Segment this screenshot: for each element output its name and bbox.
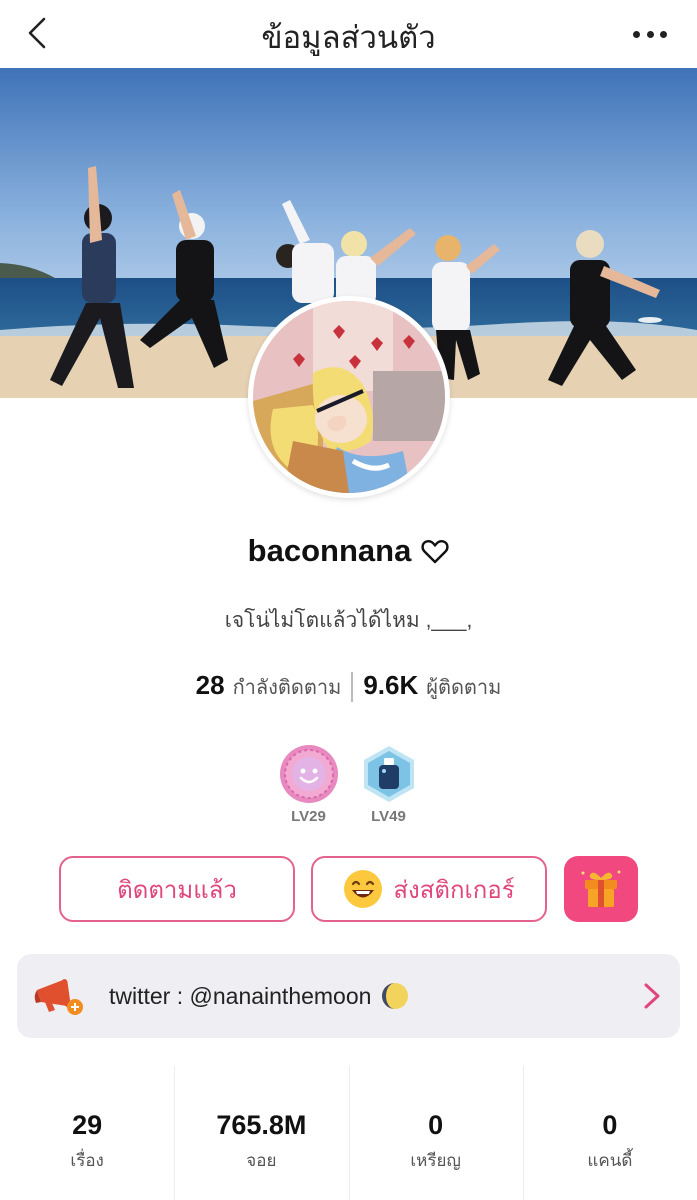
avatar[interactable] xyxy=(248,296,450,498)
following-button-label: ติดตามแล้ว xyxy=(117,876,237,904)
following-count: 28 xyxy=(195,670,225,700)
followers-label: ผู้ติดตาม xyxy=(426,677,502,699)
level-badges: LV29 LV49 xyxy=(0,744,697,825)
stat-label: เหรียญ xyxy=(410,1151,461,1170)
following-label: กำลังติดตาม xyxy=(232,677,342,699)
joy-stat[interactable]: 765.8M จอย xyxy=(174,1066,348,1200)
stat-label: จอย xyxy=(246,1151,277,1170)
heart-outline-icon xyxy=(421,540,449,564)
badge-level-label: LV29 xyxy=(291,808,326,825)
following-stat[interactable]: 28 กำลังติดตาม xyxy=(186,670,352,703)
page-title: ข้อมูลส่วนตัว xyxy=(261,20,436,55)
smiley-medal-icon xyxy=(279,745,338,803)
stories-stat[interactable]: 29 เรื่อง xyxy=(0,1066,174,1200)
follow-stats: 28 กำลังติดตาม 9.6K ผู้ติดตาม xyxy=(0,670,697,703)
badge-level-label: LV49 xyxy=(371,808,406,825)
stat-label: แคนดี้ xyxy=(587,1151,633,1170)
following-button[interactable]: ติดตามแล้ว xyxy=(59,856,295,922)
gift-button[interactable] xyxy=(564,856,638,922)
badge-writer-level[interactable]: LV49 xyxy=(358,744,420,825)
badge-reader-level[interactable]: LV29 xyxy=(278,744,340,825)
send-sticker-button[interactable]: ส่งสติกเกอร์ xyxy=(311,856,547,922)
bottom-stats: 29 เรื่อง 765.8M จอย 0 เหรียญ 0 แคนดี้ xyxy=(0,1066,697,1200)
stat-value: 0 xyxy=(602,1110,618,1140)
bottle-medal-icon xyxy=(363,746,414,802)
followers-stat[interactable]: 9.6K ผู้ติดตาม xyxy=(353,670,511,703)
more-options-button[interactable] xyxy=(633,24,667,44)
megaphone-icon xyxy=(34,979,83,1015)
top-bar: ข้อมูลส่วนตัว xyxy=(0,0,697,68)
username: baconnana xyxy=(247,533,412,568)
username-row: baconnana xyxy=(0,533,697,569)
chevron-right-icon xyxy=(644,983,660,1009)
send-sticker-label: ส่งสติกเกอร์ xyxy=(393,876,515,904)
profile-bio: เจโน่ไม่โตแล้วได้ไหม ,___, xyxy=(224,609,473,632)
stat-label: เรื่อง xyxy=(70,1151,104,1170)
social-link-card[interactable]: twitter : @nanainthemoon xyxy=(17,954,680,1038)
crescent-moon-icon xyxy=(382,983,409,1009)
candy-stat[interactable]: 0 แคนดี้ xyxy=(522,1066,697,1200)
gift-box-icon xyxy=(581,870,621,907)
followers-count: 9.6K xyxy=(363,670,419,700)
stat-value: 765.8M xyxy=(216,1110,307,1140)
stat-value: 0 xyxy=(428,1110,444,1140)
social-link-text: twitter : @nanainthemoon xyxy=(109,982,372,1009)
more-horizontal-icon xyxy=(633,30,640,38)
stat-value: 29 xyxy=(72,1110,103,1140)
coins-stat[interactable]: 0 เหรียญ xyxy=(348,1066,523,1200)
grinning-emoji-icon xyxy=(344,870,383,908)
